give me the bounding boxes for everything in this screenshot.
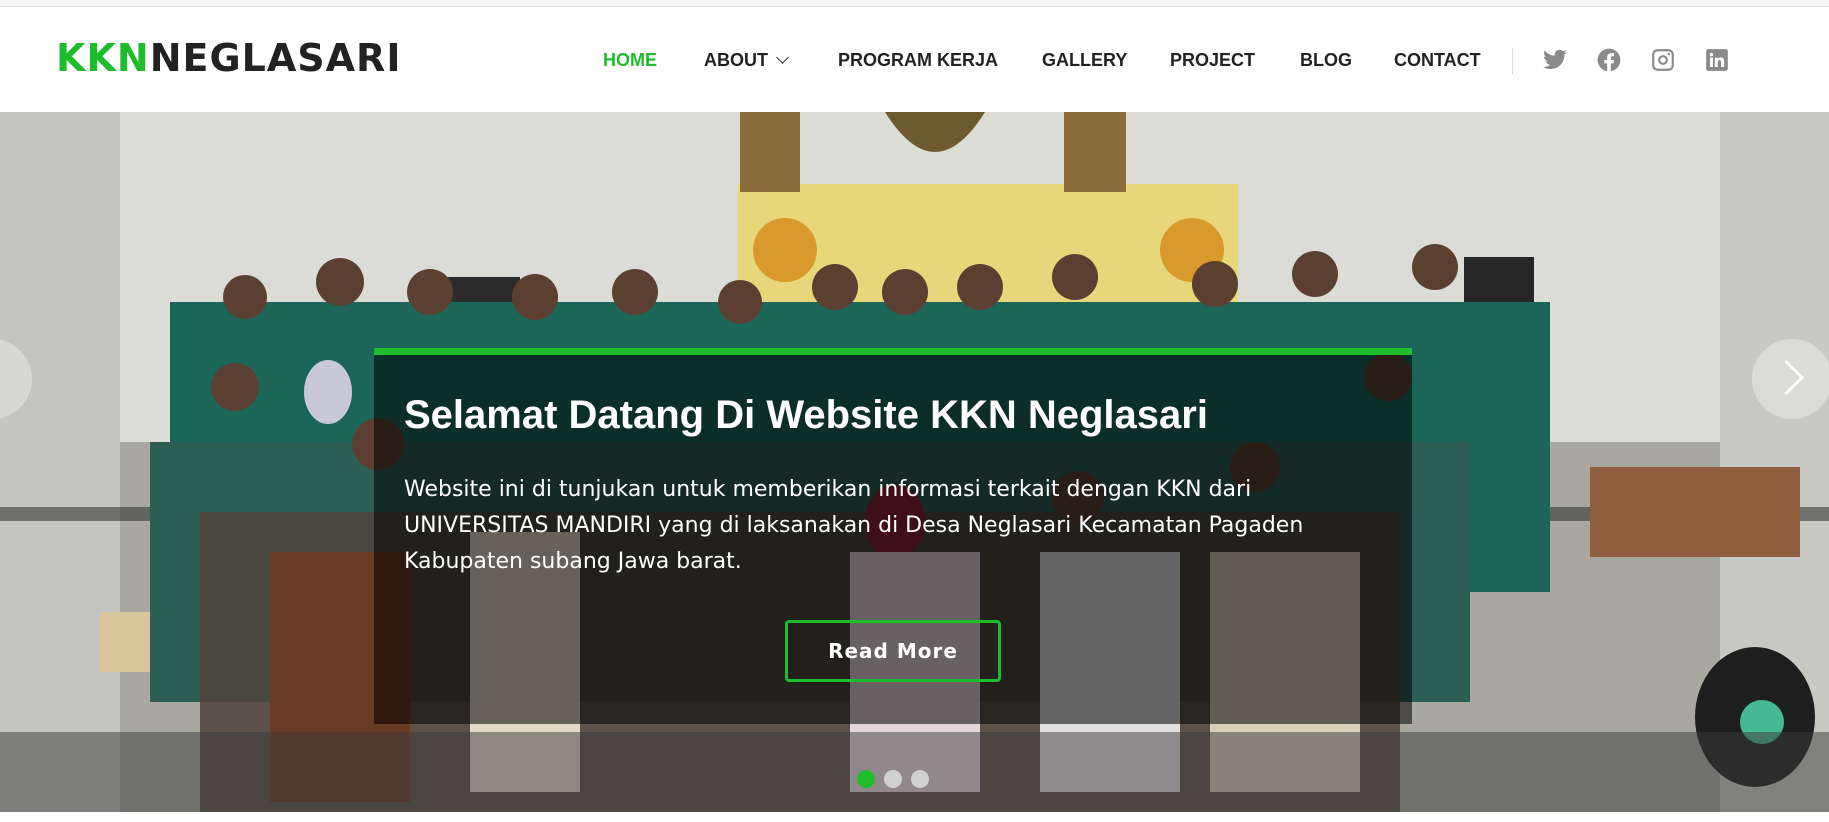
nav-divider — [1512, 48, 1513, 74]
chevron-down-icon — [776, 51, 789, 64]
top-strip — [0, 0, 1829, 7]
instagram-icon[interactable] — [1650, 47, 1676, 73]
linkedin-icon[interactable] — [1704, 47, 1730, 73]
nav-project[interactable]: PROJECT — [1170, 50, 1255, 70]
carousel-dot-1[interactable] — [857, 770, 875, 788]
carousel-dot-2[interactable] — [884, 770, 902, 788]
nav-about-label: ABOUT — [704, 50, 768, 70]
twitter-icon[interactable] — [1542, 47, 1568, 73]
carousel-next-arrow[interactable] — [1752, 339, 1829, 419]
nav-contact[interactable]: CONTACT — [1394, 50, 1481, 70]
facebook-icon[interactable] — [1596, 47, 1622, 73]
hero-title: Selamat Datang Di Website KKN Neglasari — [404, 393, 1208, 437]
nav-home[interactable]: HOME — [603, 50, 657, 70]
nav-gallery[interactable]: GALLERY — [1042, 50, 1127, 70]
hero-description: Website ini di tunjukan untuk memberikan… — [404, 477, 1304, 574]
carousel-dot-3[interactable] — [911, 770, 929, 788]
nav-blog[interactable]: BLOG — [1300, 50, 1352, 70]
hero-caption-panel: Selamat Datang Di Website KKN Neglasari … — [374, 348, 1412, 724]
read-more-button[interactable]: Read More — [785, 620, 1001, 682]
nav-about[interactable]: ABOUT — [704, 50, 789, 70]
site-header: KKNNEGLASARI HOME ABOUT PROGRAM KERJA GA… — [0, 8, 1829, 112]
main-nav: HOME ABOUT PROGRAM KERJA GALLERY PROJECT… — [0, 8, 1829, 112]
hero-carousel: Selamat Datang Di Website KKN Neglasari … — [0, 112, 1829, 812]
nav-program-kerja[interactable]: PROGRAM KERJA — [838, 50, 998, 70]
